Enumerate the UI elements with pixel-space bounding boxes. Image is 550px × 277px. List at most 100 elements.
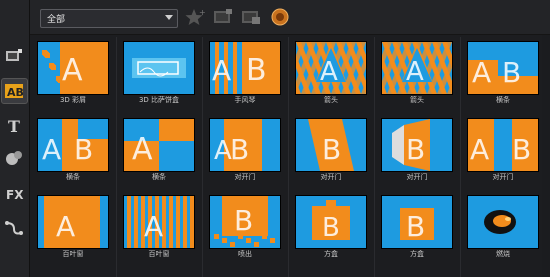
- svg-text:A: A: [320, 57, 338, 87]
- media-button[interactable]: [2, 44, 27, 68]
- chevron-down-icon: [165, 15, 173, 20]
- transition-item[interactable]: A 百叶窗: [116, 189, 202, 267]
- transition-label: 喷出: [238, 250, 252, 258]
- transition-item[interactable]: A 箭头: [288, 35, 374, 113]
- transition-label: 横条: [496, 96, 510, 104]
- grid-divider: [202, 37, 203, 277]
- transition-item[interactable]: B 对开门: [374, 112, 460, 190]
- favorite-add-icon: +: [185, 8, 206, 25]
- transition-item[interactable]: A B 横条: [460, 35, 546, 113]
- graphics-button[interactable]: [2, 146, 27, 170]
- transition-thumbnail[interactable]: A: [381, 41, 453, 95]
- transition-thumbnail[interactable]: B: [209, 195, 281, 249]
- svg-text:FX: FX: [6, 188, 24, 202]
- svg-text:A: A: [472, 56, 491, 89]
- transition-item[interactable]: A B 对开门: [202, 112, 288, 190]
- transition-thumbnail[interactable]: B: [295, 118, 367, 172]
- svg-text:B: B: [406, 210, 425, 243]
- transition-label: 对开门: [492, 173, 514, 181]
- svg-text:B: B: [230, 133, 249, 166]
- transition-item[interactable]: A 3D 彩屑: [30, 35, 116, 113]
- transition-label: 横条: [66, 173, 80, 181]
- add-to-favorites-button[interactable]: +: [184, 7, 206, 27]
- grid-divider: [116, 37, 117, 277]
- transition-thumbnail[interactable]: [123, 41, 195, 95]
- category-value: 全部: [47, 15, 66, 25]
- transition-item[interactable]: B 喷出: [202, 189, 288, 267]
- transition-label: 箭头: [410, 96, 424, 104]
- transition-item[interactable]: A 箭头: [374, 35, 460, 113]
- transition-item[interactable]: A 百叶窗: [30, 189, 116, 267]
- svg-text:A: A: [42, 133, 61, 166]
- transition-thumbnail[interactable]: [467, 195, 539, 249]
- category-dropdown[interactable]: 全部: [40, 9, 178, 28]
- transition-label: 3D 彩屑: [59, 96, 87, 104]
- transition-item[interactable]: 燃烧: [460, 189, 546, 267]
- transition-label: 百叶窗: [148, 250, 170, 258]
- transition-thumbnail[interactable]: AB: [209, 118, 281, 172]
- transition-thumbnail[interactable]: A: [123, 195, 195, 249]
- grid-divider: [374, 37, 375, 277]
- svg-text:B: B: [512, 133, 531, 166]
- library-sidebar: AB T FX: [0, 0, 30, 277]
- transition-label: 百叶窗: [62, 250, 84, 258]
- transition-label: 手风琴: [234, 96, 256, 104]
- svg-text:B: B: [234, 204, 253, 237]
- transition-thumbnail[interactable]: AB: [37, 118, 109, 172]
- transition-label: 方盒: [324, 250, 338, 258]
- transition-label: 对开门: [406, 173, 428, 181]
- online-content-icon: [271, 8, 289, 26]
- transition-button[interactable]: AB: [1, 78, 28, 104]
- import-button[interactable]: [212, 7, 234, 27]
- transition-library-panel: AB T FX 全部 + A 3D 彩屑 3D 比萨饼盒 A B 手风琴 A 箭…: [0, 0, 550, 277]
- import-icon: [214, 9, 232, 23]
- transition-thumbnail[interactable]: AB: [467, 118, 539, 172]
- transition-item[interactable]: A B 对开门: [460, 112, 546, 190]
- transition-label: 横条: [152, 173, 166, 181]
- graphics-icon: [6, 151, 22, 165]
- path-button[interactable]: [2, 216, 27, 240]
- title-icon: T: [8, 117, 20, 136]
- svg-text:B: B: [322, 213, 340, 243]
- transition-thumbnail[interactable]: A: [295, 41, 367, 95]
- svg-text:B: B: [502, 56, 521, 89]
- transition-item[interactable]: B 方盒: [374, 189, 460, 267]
- transition-thumbnail[interactable]: B: [295, 195, 367, 249]
- transition-label: 燃烧: [496, 250, 510, 258]
- transition-label: 箭头: [324, 96, 338, 104]
- library-toolbar: 全部 +: [30, 0, 550, 35]
- transition-thumbnail[interactable]: B: [381, 118, 453, 172]
- transition-item[interactable]: A 横条: [116, 112, 202, 190]
- transition-item[interactable]: A B 手风琴: [202, 35, 288, 113]
- transition-thumbnail[interactable]: A: [123, 118, 195, 172]
- svg-text:A: A: [132, 132, 153, 167]
- grid-divider: [288, 37, 289, 277]
- svg-text:+: +: [199, 8, 206, 17]
- transition-label: 方盒: [410, 250, 424, 258]
- svg-text:A: A: [56, 210, 75, 243]
- transition-item[interactable]: B 对开门: [288, 112, 374, 190]
- transition-thumbnail[interactable]: AB: [209, 41, 281, 95]
- path-icon: [5, 221, 23, 235]
- svg-text:B: B: [246, 53, 267, 88]
- svg-text:A: A: [470, 133, 489, 166]
- transition-item[interactable]: 3D 比萨饼盒: [116, 35, 202, 113]
- title-button[interactable]: T: [2, 114, 27, 138]
- transition-label: 3D 比萨饼盒: [138, 96, 180, 104]
- svg-text:A: A: [406, 57, 424, 87]
- svg-text:B: B: [74, 133, 93, 166]
- media-icon: [6, 49, 22, 61]
- export-button[interactable]: [240, 7, 262, 27]
- fx-button[interactable]: FX: [2, 182, 27, 206]
- svg-text:A: A: [212, 54, 231, 87]
- svg-text:A: A: [62, 53, 83, 88]
- scrollbar[interactable]: [542, 35, 550, 277]
- transition-thumbnail[interactable]: B: [381, 195, 453, 249]
- transition-item[interactable]: A B 横条: [30, 112, 116, 190]
- transition-item[interactable]: B 方盒: [288, 189, 374, 267]
- transition-grid: A 3D 彩屑 3D 比萨饼盒 A B 手风琴 A 箭头 A 箭头 A B 横条 A B 横条 A 横条 A B 对开门…: [30, 35, 550, 277]
- transition-thumbnail[interactable]: AB: [467, 41, 539, 95]
- transition-thumbnail[interactable]: A: [37, 195, 109, 249]
- online-content-button[interactable]: [270, 7, 292, 27]
- transition-thumbnail[interactable]: A: [37, 41, 109, 95]
